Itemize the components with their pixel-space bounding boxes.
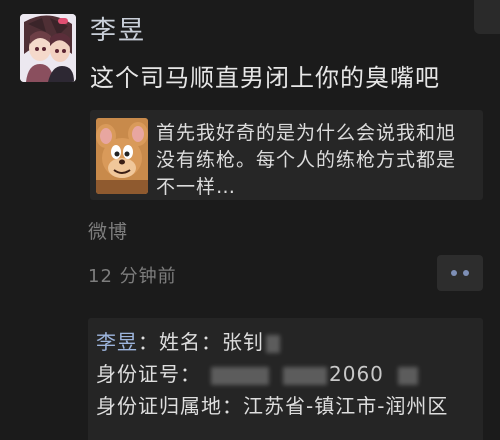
shared-card[interactable]: 首先我好奇的是为什么会说我和旭没有练枪。每个人的练枪方式都是不一样… [90,110,483,200]
more-dots-icon [463,270,469,276]
comment-box: 李昱：姓名：张钊 身份证号： 2060 身份证归属地：江苏省-镇江市-润州区 [88,318,483,440]
comment-location-label: 身份证归属地： [96,394,243,418]
comment-location-value: 江苏省-镇江市-润州区 [243,394,449,418]
post-username[interactable]: 李昱 [90,10,146,47]
more-dots-icon [451,270,457,276]
post-source[interactable]: 微博 [88,217,128,244]
redaction-mark [266,334,280,353]
comment-line-id: 身份证号： 2060 [96,358,418,387]
avatar-image [20,14,76,82]
comment-line-location: 身份证归属地：江苏省-镇江市-润州区 [96,390,448,419]
shared-text: 首先我好奇的是为什么会说我和旭没有练枪。每个人的练枪方式都是不一样… [156,122,457,198]
comment-line-name: 李昱：姓名：张钊 [96,326,280,355]
redaction-mark [397,366,418,385]
post-text: 这个司马顺直男闭上你的臭嘴吧 [90,64,440,92]
comment-name-text: ：姓名：张钊 [138,330,264,354]
avatar[interactable] [20,14,76,82]
redaction-mark [211,366,269,385]
more-button[interactable] [437,255,483,291]
jerry-cartoon-icon [96,118,148,194]
shared-thumbnail [96,118,148,194]
comment-author[interactable]: 李昱 [96,330,138,354]
redaction-mark [283,366,327,385]
top-corner-tab [474,0,500,34]
comment-id-partial: 2060 [329,362,384,386]
comment-screen: 李昱 这个司马顺直男闭上你的臭嘴吧 首先我好奇的是为什么会说我和旭没有练枪。每个 [0,0,500,440]
comment-id-label: 身份证号： [96,362,201,386]
post-time: 12 分钟前 [88,266,177,287]
